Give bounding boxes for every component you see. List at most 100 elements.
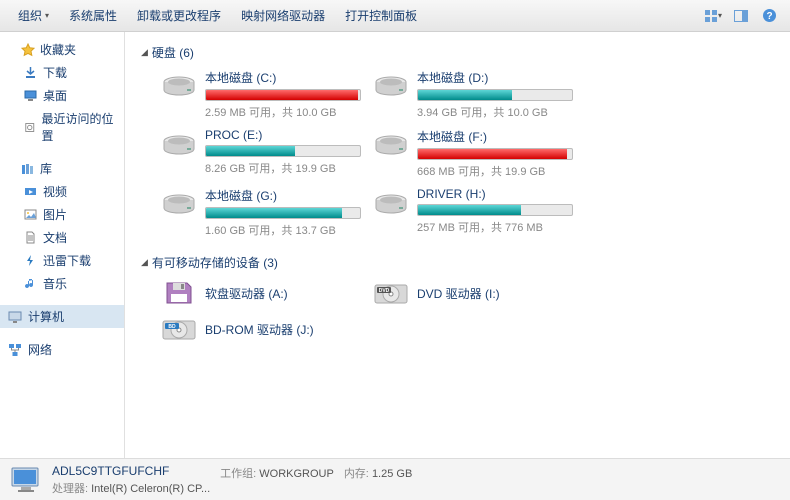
sidebar-item-network[interactable]: 网络 — [0, 338, 124, 361]
drive-name: 本地磁盘 (D:) — [417, 69, 573, 86]
drive-item[interactable]: 本地磁盘 (F:)668 MB 可用，共 19.9 GB — [373, 128, 573, 179]
hdd-icon — [373, 132, 409, 160]
hdd-icon — [373, 191, 409, 219]
cpu-value: Intel(R) Celeron(R) CP... — [91, 483, 210, 495]
sidebar-item-thunder[interactable]: 迅雷下载 — [0, 249, 124, 272]
sidebar-item-desktop[interactable]: 桌面 — [0, 84, 124, 107]
device-item[interactable]: BD BD-ROM 驱动器 (J:) — [161, 315, 361, 343]
thunder-icon — [24, 254, 37, 267]
video-icon — [24, 185, 37, 198]
drive-item[interactable]: DRIVER (H:) 257 MB 可用，共 776 MB — [373, 187, 573, 238]
hdd-icon — [373, 73, 409, 101]
libraries-label: 库 — [40, 160, 52, 177]
chevron-down-icon: ◢ — [141, 47, 148, 58]
sidebar-item-music[interactable]: 音乐 — [0, 272, 124, 295]
drive-item[interactable]: 本地磁盘 (C:) 2.59 MB 可用，共 10.0 GB — [161, 69, 361, 120]
usage-bar — [205, 145, 361, 157]
drive-stats: 2.59 MB 可用，共 10.0 GB — [205, 104, 361, 120]
computer-name: ADL5C9TTGFUFCHF — [52, 464, 210, 478]
preview-pane-icon — [734, 10, 748, 22]
drive-stats: 1.60 GB 可用，共 13.7 GB — [205, 222, 361, 238]
device-item[interactable]: 软盘驱动器 (A:) — [161, 279, 361, 307]
usage-bar — [417, 148, 573, 160]
usage-bar — [417, 204, 573, 216]
sidebar-item-videos[interactable]: 视频 — [0, 180, 124, 203]
navigation-sidebar: 收藏夹 下载 桌面 最近访问的位置 库 视频 — [0, 32, 125, 458]
preview-pane-button[interactable] — [728, 5, 754, 27]
drive-item[interactable]: 本地磁盘 (D:) 3.94 GB 可用，共 10.0 GB — [373, 69, 573, 120]
drive-name: PROC (E:) — [205, 128, 361, 142]
organize-menu[interactable]: 组织▾ — [8, 3, 59, 28]
device-name: DVD 驱动器 (I:) — [417, 285, 500, 302]
drive-stats: 257 MB 可用，共 776 MB — [417, 219, 573, 235]
desktop-icon — [24, 89, 37, 102]
help-button[interactable]: ? — [756, 5, 782, 27]
usage-bar — [205, 207, 361, 219]
hdd-icon — [161, 73, 197, 101]
toolbar: 组织▾ 系统属性 卸载或更改程序 映射网络驱动器 打开控制面板 ▾ ? — [0, 0, 790, 32]
libraries-header[interactable]: 库 — [0, 157, 124, 180]
cpu-label: 处理器: — [52, 483, 88, 495]
drive-item[interactable]: 本地磁盘 (G:) 1.60 GB 可用，共 13.7 GB — [161, 187, 361, 238]
recent-icon — [24, 121, 36, 134]
sidebar-item-recent[interactable]: 最近访问的位置 — [0, 107, 124, 147]
library-icon — [21, 162, 35, 176]
sidebar-item-label: 图片 — [43, 206, 67, 223]
workgroup-label: 工作组: — [220, 468, 256, 480]
removable-section-header[interactable]: ◢ 有可移动存储的设备 (3) — [137, 250, 778, 279]
sidebar-item-computer[interactable]: 计算机 — [0, 305, 124, 328]
workgroup-value: WORKGROUP — [259, 468, 334, 480]
memory-label: 内存: — [344, 468, 369, 480]
bd-icon: BD — [161, 315, 197, 343]
svg-text:BD: BD — [168, 324, 176, 330]
network-icon — [8, 343, 22, 357]
removable-section-label: 有可移动存储的设备 (3) — [152, 254, 278, 271]
hdd-section-label: 硬盘 (6) — [152, 44, 194, 61]
sidebar-item-label: 音乐 — [43, 275, 67, 292]
sidebar-item-label: 桌面 — [43, 87, 67, 104]
sidebar-item-label: 文档 — [43, 229, 67, 246]
sidebar-item-label: 计算机 — [28, 308, 64, 325]
usage-bar — [205, 89, 361, 101]
map-network-drive-button[interactable]: 映射网络驱动器 — [231, 3, 335, 28]
device-name: BD-ROM 驱动器 (J:) — [205, 321, 314, 338]
view-mode-button[interactable]: ▾ — [700, 5, 726, 27]
memory-value: 1.25 GB — [372, 468, 412, 480]
svg-text:DVD: DVD — [379, 288, 390, 294]
drive-name: 本地磁盘 (C:) — [205, 69, 361, 86]
open-control-panel-button[interactable]: 打开控制面板 — [335, 3, 427, 28]
music-icon — [24, 277, 37, 290]
drive-item[interactable]: PROC (E:)8.26 GB 可用，共 19.9 GB — [161, 128, 361, 179]
content-area: ◢ 硬盘 (6) 本地磁盘 (C:)2.59 MB 可用，共 10.0 GB本地… — [125, 32, 790, 458]
drive-name: DRIVER (H:) — [417, 187, 573, 201]
computer-icon — [8, 310, 22, 324]
device-item[interactable]: DVD DVD 驱动器 (I:) — [373, 279, 573, 307]
sidebar-item-label: 视频 — [43, 183, 67, 200]
star-icon — [21, 43, 35, 57]
hdd-section-header[interactable]: ◢ 硬盘 (6) — [137, 40, 778, 69]
computer-icon — [10, 466, 42, 494]
drive-stats: 3.94 GB 可用，共 10.0 GB — [417, 104, 573, 120]
svg-text:?: ? — [766, 11, 772, 22]
sidebar-item-pictures[interactable]: 图片 — [0, 203, 124, 226]
favorites-label: 收藏夹 — [40, 41, 76, 58]
sidebar-item-label: 网络 — [28, 341, 52, 358]
system-properties-button[interactable]: 系统属性 — [59, 3, 127, 28]
view-icon — [704, 9, 718, 23]
help-icon: ? — [762, 8, 777, 23]
sidebar-item-documents[interactable]: 文档 — [0, 226, 124, 249]
sidebar-item-label: 下载 — [43, 64, 67, 81]
status-bar: ADL5C9TTGFUFCHF 处理器: Intel(R) Celeron(R)… — [0, 458, 790, 500]
hdd-icon — [161, 132, 197, 160]
favorites-header[interactable]: 收藏夹 — [0, 38, 124, 61]
floppy-icon — [161, 279, 197, 307]
uninstall-program-button[interactable]: 卸载或更改程序 — [127, 3, 231, 28]
sidebar-item-label: 最近访问的位置 — [42, 110, 116, 144]
hdd-icon — [161, 191, 197, 219]
drive-name: 本地磁盘 (F:) — [417, 128, 573, 145]
sidebar-item-downloads[interactable]: 下载 — [0, 61, 124, 84]
download-icon — [24, 66, 37, 79]
usage-bar — [417, 89, 573, 101]
drive-name: 本地磁盘 (G:) — [205, 187, 361, 204]
picture-icon — [24, 208, 37, 221]
